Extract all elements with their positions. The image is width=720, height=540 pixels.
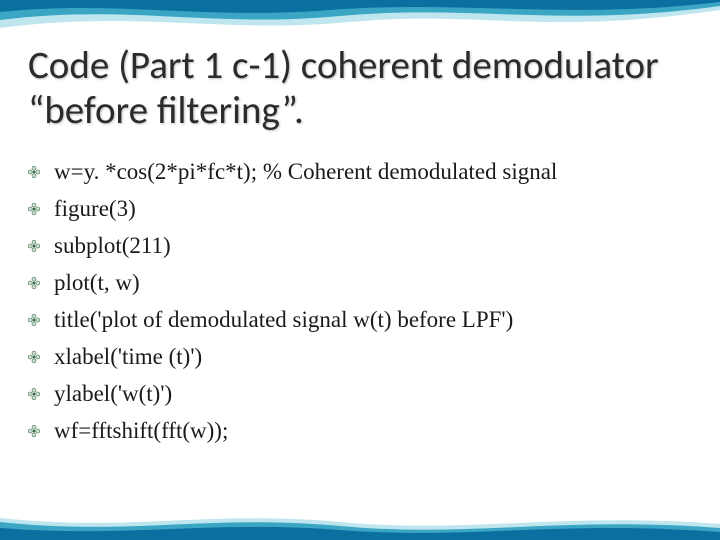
flower-bullet-icon — [28, 240, 40, 252]
bullet-text: xlabel('time (t)') — [54, 341, 692, 372]
bullet-text: figure(3) — [54, 193, 692, 224]
flower-bullet-icon — [28, 351, 40, 363]
bottom-decorative-swoosh — [0, 510, 720, 540]
slide-title: Code (Part 1 c-1) coherent demodulator “… — [28, 44, 692, 134]
flower-bullet-icon — [28, 388, 40, 400]
bullet-item: subplot(211) — [28, 230, 692, 261]
bullet-item: figure(3) — [28, 193, 692, 224]
bullet-list: w=y. *cos(2*pi*fc*t); % Coherent demodul… — [28, 156, 692, 446]
bullet-text: subplot(211) — [54, 230, 692, 261]
flower-bullet-icon — [28, 277, 40, 289]
flower-bullet-icon — [28, 203, 40, 215]
bullet-text: w=y. *cos(2*pi*fc*t); % Coherent demodul… — [54, 156, 692, 187]
bullet-item: wf=fftshift(fft(w)); — [28, 415, 692, 446]
top-decorative-swoosh — [0, 0, 720, 44]
slide-content: w=y. *cos(2*pi*fc*t); % Coherent demodul… — [28, 156, 692, 452]
bullet-item: plot(t, w) — [28, 267, 692, 298]
bullet-item: title('plot of demodulated signal w(t) b… — [28, 304, 692, 335]
flower-bullet-icon — [28, 166, 40, 178]
bullet-text: title('plot of demodulated signal w(t) b… — [54, 304, 692, 335]
bullet-item: w=y. *cos(2*pi*fc*t); % Coherent demodul… — [28, 156, 692, 187]
bullet-text: ylabel('w(t)') — [54, 378, 692, 409]
bullet-item: ylabel('w(t)') — [28, 378, 692, 409]
flower-bullet-icon — [28, 314, 40, 326]
bullet-item: xlabel('time (t)') — [28, 341, 692, 372]
bullet-text: plot(t, w) — [54, 267, 692, 298]
bullet-text: wf=fftshift(fft(w)); — [54, 415, 692, 446]
flower-bullet-icon — [28, 425, 40, 437]
